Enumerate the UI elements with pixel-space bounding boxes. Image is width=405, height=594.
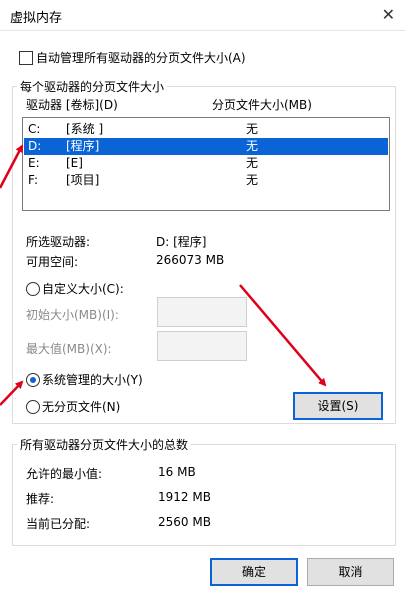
arrow-to-system-managed xyxy=(0,380,24,406)
arrow-to-drive-d xyxy=(0,144,24,189)
annotation-arrows xyxy=(0,144,327,406)
arrow-to-set-button xyxy=(239,284,327,387)
